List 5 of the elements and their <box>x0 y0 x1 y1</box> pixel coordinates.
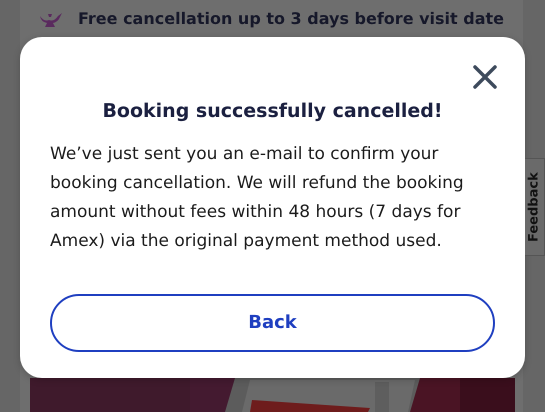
heading: Free cancellation up to 3 days before visit date <box>78 10 504 27</box>
dialog-message: We’ve just sent you an e-mail to confirm your booking cancellation. We will refund the booking amount without fees within 48 hours (7 days for Amex) via the original payment method used. <box>50 142 465 252</box>
close-icon[interactable] <box>471 63 499 91</box>
back-button[interactable]: Back <box>50 294 495 352</box>
dialog-title: Booking successfully cancelled! <box>101 99 444 124</box>
